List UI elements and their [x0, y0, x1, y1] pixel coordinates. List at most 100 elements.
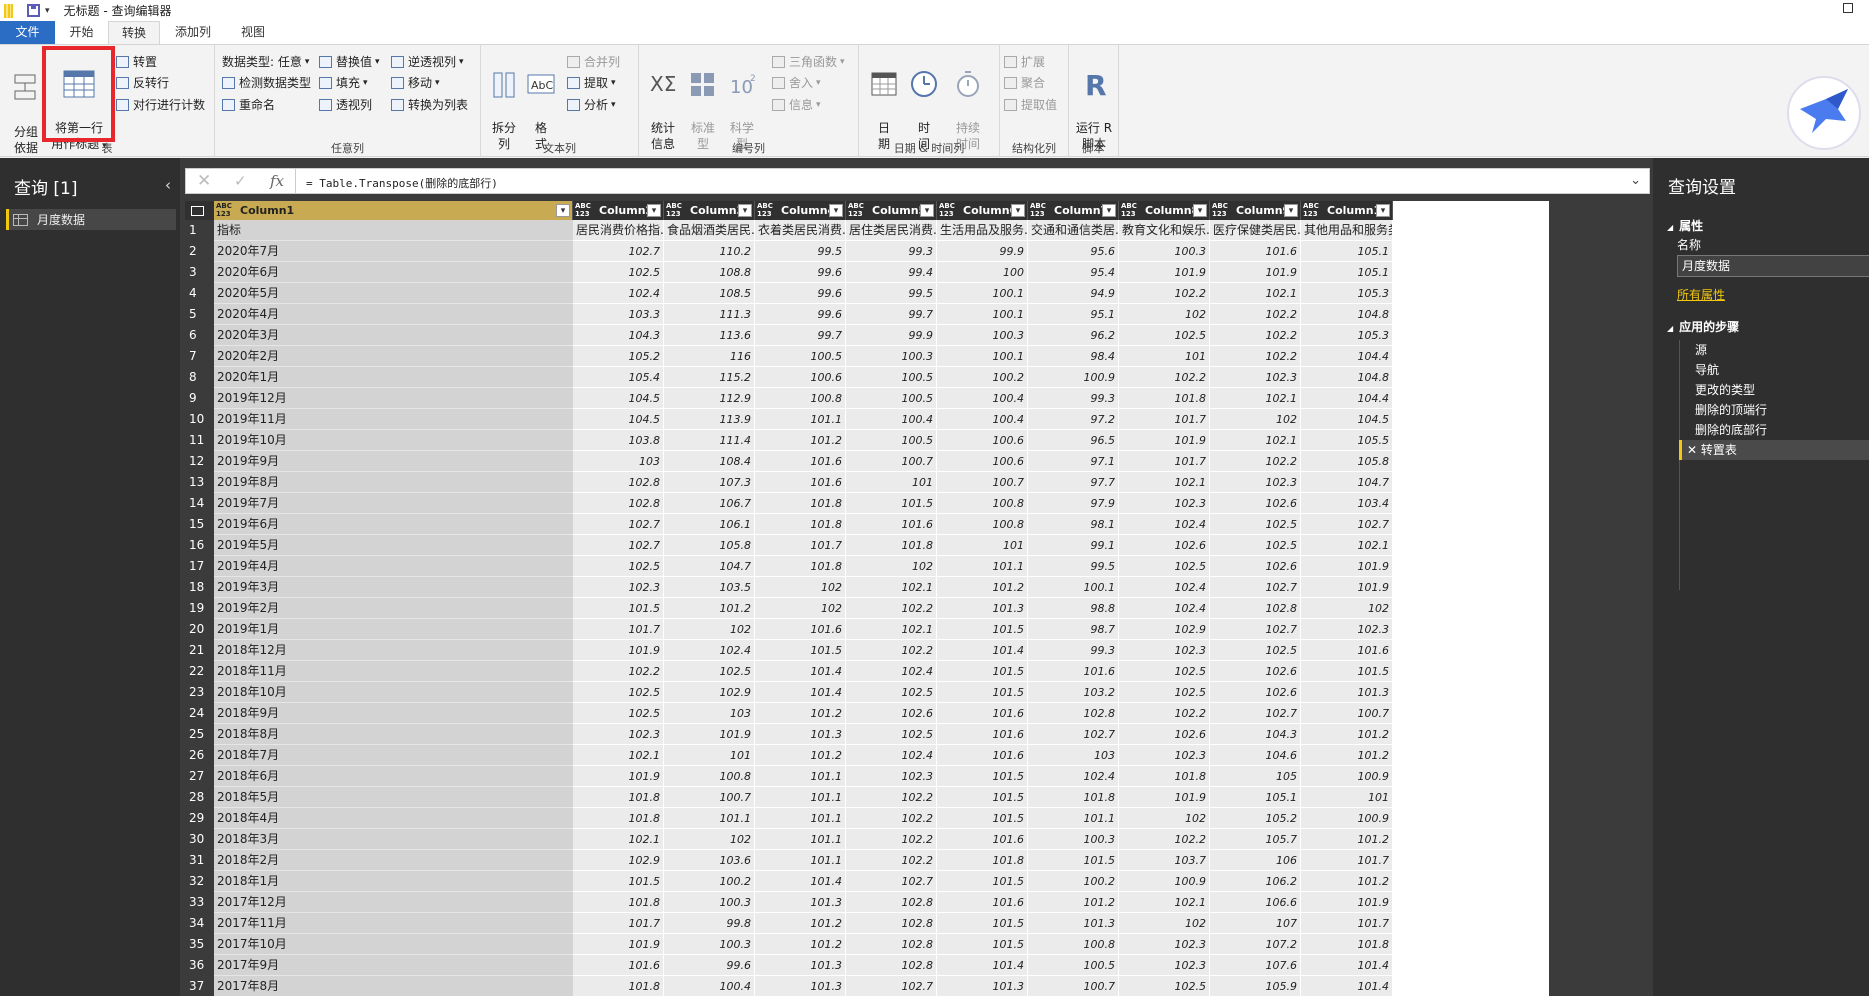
table-cell[interactable]: 101.5 — [1301, 661, 1393, 682]
first-column-cell[interactable]: 2017年9月 — [214, 955, 573, 976]
quick-access-dropdown-icon[interactable]: ▾ — [45, 6, 50, 16]
table-cell[interactable]: 食品烟酒类居民... — [664, 220, 755, 241]
row-number[interactable]: 33 — [185, 892, 214, 913]
table-cell[interactable]: 102.8 — [573, 493, 664, 514]
expand-formula-chevron-icon[interactable]: ⌄ — [1630, 173, 1641, 188]
table-cell[interactable]: 102.5 — [846, 682, 937, 703]
query-name-input[interactable]: 月度数据 — [1677, 255, 1869, 277]
reverse-rows-button[interactable]: 反转行 — [116, 76, 169, 90]
table-cell[interactable]: 100.5 — [846, 430, 937, 451]
table-cell[interactable]: 99.5 — [755, 241, 846, 262]
first-column-cell[interactable]: 2019年5月 — [214, 535, 573, 556]
first-column-cell[interactable]: 2017年11月 — [214, 913, 573, 934]
first-column-cell[interactable]: 2019年4月 — [214, 556, 573, 577]
table-cell[interactable]: 100.9 — [1301, 808, 1393, 829]
table-cell[interactable]: 102.7 — [573, 514, 664, 535]
table-cell[interactable]: 99.5 — [846, 283, 937, 304]
table-cell[interactable]: 101.7 — [1119, 451, 1210, 472]
table-cell[interactable]: 105.2 — [573, 346, 664, 367]
row-number[interactable]: 1 — [185, 220, 214, 241]
all-properties-link[interactable]: 所有属性 — [1677, 286, 1725, 303]
row-number[interactable]: 17 — [185, 556, 214, 577]
table-cell[interactable]: 101.2 — [937, 577, 1028, 598]
table-cell[interactable]: 102.8 — [846, 892, 937, 913]
table-cell[interactable]: 100.8 — [937, 514, 1028, 535]
table-cell[interactable]: 101.1 — [1028, 808, 1119, 829]
applied-step[interactable]: 删除的顶端行 — [1679, 400, 1869, 420]
table-cell[interactable]: 104.7 — [664, 556, 755, 577]
table-cell[interactable]: 102.2 — [846, 808, 937, 829]
table-cell[interactable]: 102.8 — [573, 472, 664, 493]
table-cell[interactable]: 102.2 — [1119, 367, 1210, 388]
applied-step[interactable]: ✕ 转置表 — [1679, 440, 1869, 460]
table-cell[interactable]: 102.2 — [1119, 703, 1210, 724]
table-cell[interactable]: 104.5 — [1301, 409, 1393, 430]
table-cell[interactable]: 106.7 — [664, 493, 755, 514]
table-cell[interactable]: 100.7 — [937, 472, 1028, 493]
table-cell[interactable]: 101.8 — [1028, 787, 1119, 808]
table-cell[interactable]: 102.2 — [1210, 346, 1301, 367]
table-cell[interactable]: 105.9 — [1210, 976, 1301, 996]
table-cell[interactable]: 104.4 — [1301, 346, 1393, 367]
table-cell[interactable]: 101.9 — [1119, 262, 1210, 283]
applied-step[interactable]: 删除的底部行 — [1679, 420, 1869, 440]
table-cell[interactable]: 102.6 — [1210, 493, 1301, 514]
table-cell[interactable]: 102.4 — [1119, 514, 1210, 535]
table-cell[interactable]: 102.7 — [1210, 577, 1301, 598]
table-cell[interactable]: 102.1 — [1301, 535, 1393, 556]
row-number[interactable]: 23 — [185, 682, 214, 703]
table-cell[interactable]: 102.1 — [1210, 388, 1301, 409]
table-cell[interactable]: 101.1 — [755, 409, 846, 430]
query-item[interactable]: 月度数据 — [6, 209, 176, 230]
table-cell[interactable]: 100.9 — [1028, 367, 1119, 388]
row-number[interactable]: 19 — [185, 598, 214, 619]
table-cell[interactable]: 101.4 — [755, 661, 846, 682]
column-filter-dropdown-icon[interactable]: ▾ — [1102, 204, 1116, 217]
first-column-cell[interactable]: 2019年7月 — [214, 493, 573, 514]
table-cell[interactable]: 106.1 — [664, 514, 755, 535]
table-cell[interactable]: 100.7 — [846, 451, 937, 472]
table-cell[interactable]: 101.4 — [755, 871, 846, 892]
row-number[interactable]: 15 — [185, 514, 214, 535]
table-cell[interactable]: 102.8 — [846, 934, 937, 955]
column-filter-dropdown-icon[interactable]: ▾ — [829, 204, 843, 217]
table-cell[interactable]: 102.3 — [846, 766, 937, 787]
column-filter-dropdown-icon[interactable]: ▾ — [920, 204, 934, 217]
table-cell[interactable]: 101.9 — [573, 766, 664, 787]
table-cell[interactable]: 103.2 — [1028, 682, 1119, 703]
table-cell[interactable]: 102.1 — [846, 619, 937, 640]
column-header[interactable]: ABC 123 Column3 ▾ — [664, 201, 755, 220]
row-number[interactable]: 14 — [185, 493, 214, 514]
first-column-cell[interactable]: 2017年8月 — [214, 976, 573, 996]
table-cell[interactable]: 100.7 — [1028, 976, 1119, 996]
parse-button[interactable]: 分析 ▾ — [567, 98, 616, 112]
table-cell[interactable]: 101.8 — [1301, 934, 1393, 955]
table-cell[interactable]: 102.1 — [1119, 472, 1210, 493]
table-cell[interactable]: 100.6 — [755, 367, 846, 388]
table-cell[interactable]: 101.2 — [755, 913, 846, 934]
table-cell[interactable]: 101.1 — [755, 766, 846, 787]
table-cell[interactable]: 101.7 — [1301, 850, 1393, 871]
table-cell[interactable]: 101.3 — [755, 976, 846, 996]
table-cell[interactable]: 100.7 — [664, 787, 755, 808]
table-cell[interactable]: 101.4 — [1301, 955, 1393, 976]
table-cell[interactable]: 108.5 — [664, 283, 755, 304]
table-cell[interactable]: 102.3 — [1301, 619, 1393, 640]
table-cell[interactable]: 104.5 — [573, 388, 664, 409]
table-cell[interactable]: 99.3 — [1028, 388, 1119, 409]
table-cell[interactable]: 101.9 — [573, 934, 664, 955]
table-cell[interactable]: 101.3 — [755, 892, 846, 913]
table-cell[interactable]: 101.6 — [755, 619, 846, 640]
properties-section[interactable]: ◢ 属性 — [1667, 217, 1703, 234]
table-cell[interactable]: 101.2 — [755, 745, 846, 766]
table-cell[interactable]: 101.1 — [664, 808, 755, 829]
table-cell[interactable]: 103 — [664, 703, 755, 724]
table-cell[interactable]: 101.4 — [937, 955, 1028, 976]
table-cell[interactable]: 106 — [1210, 850, 1301, 871]
table-cell[interactable]: 其他用品和服务类... — [1301, 220, 1393, 241]
table-cell[interactable]: 102 — [755, 577, 846, 598]
table-cell[interactable]: 102 — [1301, 598, 1393, 619]
table-cell[interactable]: 103.6 — [664, 850, 755, 871]
table-cell[interactable]: 105.1 — [1210, 787, 1301, 808]
row-number[interactable]: 30 — [185, 829, 214, 850]
